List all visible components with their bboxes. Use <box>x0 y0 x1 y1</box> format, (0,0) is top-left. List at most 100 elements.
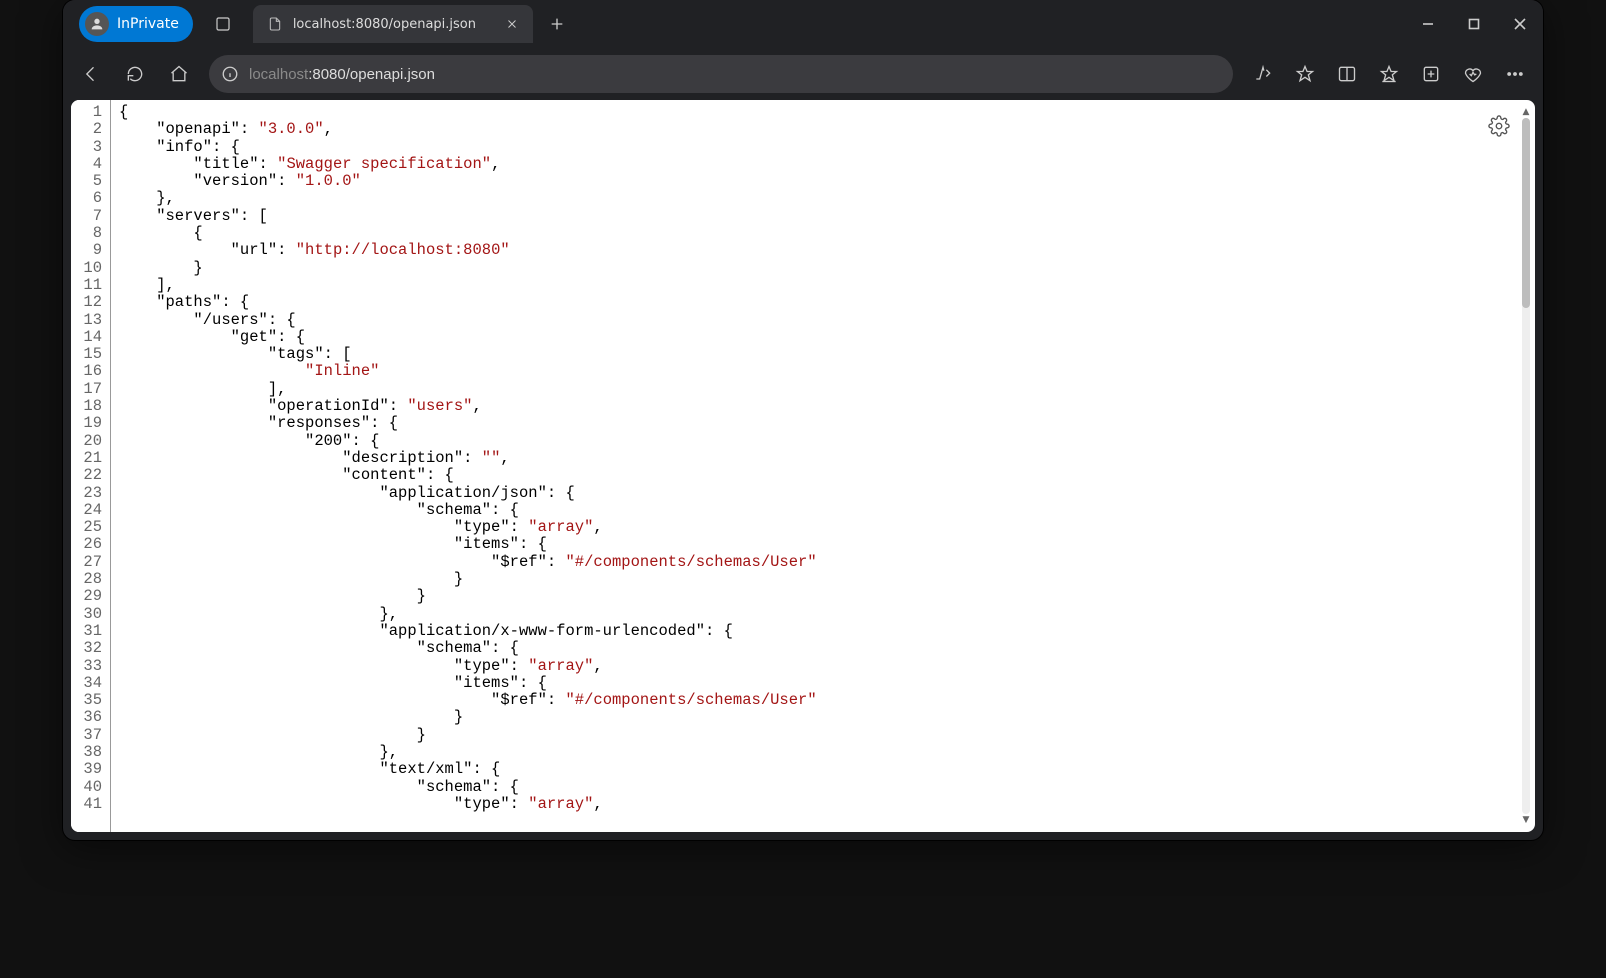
line-number: 9 <box>71 242 102 259</box>
line-number: 4 <box>71 156 102 173</box>
maximize-button[interactable] <box>1451 0 1497 48</box>
inprivate-badge[interactable]: InPrivate <box>79 6 193 42</box>
new-tab-button[interactable] <box>541 8 573 40</box>
json-viewer-settings-button[interactable] <box>1485 112 1513 140</box>
line-number: 10 <box>71 260 102 277</box>
favorite-button[interactable] <box>1285 54 1325 94</box>
vertical-scrollbar[interactable]: ▲ ▼ <box>1519 106 1533 826</box>
settings-menu-button[interactable] <box>1495 54 1535 94</box>
line-number: 24 <box>71 502 102 519</box>
line-number: 11 <box>71 277 102 294</box>
scroll-down-arrow-icon[interactable]: ▼ <box>1519 814 1533 826</box>
performance-button[interactable] <box>1453 54 1493 94</box>
line-number: 41 <box>71 796 102 813</box>
line-number: 23 <box>71 485 102 502</box>
line-number: 19 <box>71 415 102 432</box>
code-line: }, <box>119 744 817 761</box>
line-number: 28 <box>71 571 102 588</box>
code-line: "application/x-www-form-urlencoded": { <box>119 623 817 640</box>
line-number: 33 <box>71 658 102 675</box>
inprivate-label: InPrivate <box>117 16 179 32</box>
line-number: 3 <box>71 139 102 156</box>
url-path: :8080/openapi.json <box>308 66 435 83</box>
line-number: 25 <box>71 519 102 536</box>
browser-window: InPrivate localhost:8080/openapi.json <box>63 0 1543 840</box>
scrollbar-thumb[interactable] <box>1522 118 1530 308</box>
line-number: 12 <box>71 294 102 311</box>
code-line: "responses": { <box>119 415 817 432</box>
code-line: "servers": [ <box>119 208 817 225</box>
line-number: 14 <box>71 329 102 346</box>
line-number: 21 <box>71 450 102 467</box>
code-line: "type": "array", <box>119 658 817 675</box>
line-number: 17 <box>71 381 102 398</box>
line-number: 7 <box>71 208 102 225</box>
address-bar[interactable]: localhost:8080/openapi.json <box>209 55 1233 93</box>
line-number: 35 <box>71 692 102 709</box>
line-number: 40 <box>71 779 102 796</box>
toolbar: localhost:8080/openapi.json <box>63 48 1543 100</box>
line-number: 5 <box>71 173 102 190</box>
code-line: } <box>119 727 817 744</box>
code-line: "content": { <box>119 467 817 484</box>
line-number: 38 <box>71 744 102 761</box>
line-number: 32 <box>71 640 102 657</box>
code-line: "paths": { <box>119 294 817 311</box>
line-number: 30 <box>71 606 102 623</box>
code-line: "200": { <box>119 433 817 450</box>
code-line: "info": { <box>119 139 817 156</box>
line-number: 16 <box>71 363 102 380</box>
line-number: 2 <box>71 121 102 138</box>
json-viewer[interactable]: 1234567891011121314151617181920212223242… <box>71 100 1535 832</box>
tab-actions-button[interactable] <box>205 6 241 42</box>
site-info-icon[interactable] <box>221 65 239 83</box>
code-line: "tags": [ <box>119 346 817 363</box>
scroll-up-arrow-icon[interactable]: ▲ <box>1519 106 1533 118</box>
line-number: 37 <box>71 727 102 744</box>
code-line: } <box>119 260 817 277</box>
read-aloud-button[interactable] <box>1243 54 1283 94</box>
code-line: "$ref": "#/components/schemas/User" <box>119 692 817 709</box>
json-code: { "openapi": "3.0.0", "info": { "title":… <box>111 100 817 832</box>
line-number: 1 <box>71 104 102 121</box>
code-line: "description": "", <box>119 450 817 467</box>
close-window-button[interactable] <box>1497 0 1543 48</box>
code-line: { <box>119 225 817 242</box>
code-line: "title": "Swagger specification", <box>119 156 817 173</box>
code-line: "type": "array", <box>119 796 817 813</box>
back-button[interactable] <box>71 54 111 94</box>
browser-tab[interactable]: localhost:8080/openapi.json <box>253 5 533 43</box>
code-line: "$ref": "#/components/schemas/User" <box>119 554 817 571</box>
code-line: "application/json": { <box>119 485 817 502</box>
line-number: 27 <box>71 554 102 571</box>
code-line: { <box>119 104 817 121</box>
favorites-list-button[interactable] <box>1369 54 1409 94</box>
code-line: "version": "1.0.0" <box>119 173 817 190</box>
code-line: "items": { <box>119 675 817 692</box>
code-line: "get": { <box>119 329 817 346</box>
split-screen-button[interactable] <box>1327 54 1367 94</box>
home-button[interactable] <box>159 54 199 94</box>
collections-button[interactable] <box>1411 54 1451 94</box>
line-number: 18 <box>71 398 102 415</box>
code-line: } <box>119 709 817 726</box>
code-line: "url": "http://localhost:8080" <box>119 242 817 259</box>
line-number-gutter: 1234567891011121314151617181920212223242… <box>71 100 111 832</box>
tab-close-button[interactable] <box>501 13 523 35</box>
line-number: 34 <box>71 675 102 692</box>
code-line: } <box>119 588 817 605</box>
url-text: localhost:8080/openapi.json <box>249 66 435 83</box>
line-number: 22 <box>71 467 102 484</box>
refresh-button[interactable] <box>115 54 155 94</box>
code-line: "/users": { <box>119 312 817 329</box>
code-line: "items": { <box>119 536 817 553</box>
code-line: }, <box>119 190 817 207</box>
line-number: 8 <box>71 225 102 242</box>
line-number: 6 <box>71 190 102 207</box>
code-line: "schema": { <box>119 640 817 657</box>
minimize-button[interactable] <box>1405 0 1451 48</box>
line-number: 29 <box>71 588 102 605</box>
window-controls <box>1405 0 1543 48</box>
tab-title: localhost:8080/openapi.json <box>293 17 491 32</box>
code-line: "schema": { <box>119 502 817 519</box>
